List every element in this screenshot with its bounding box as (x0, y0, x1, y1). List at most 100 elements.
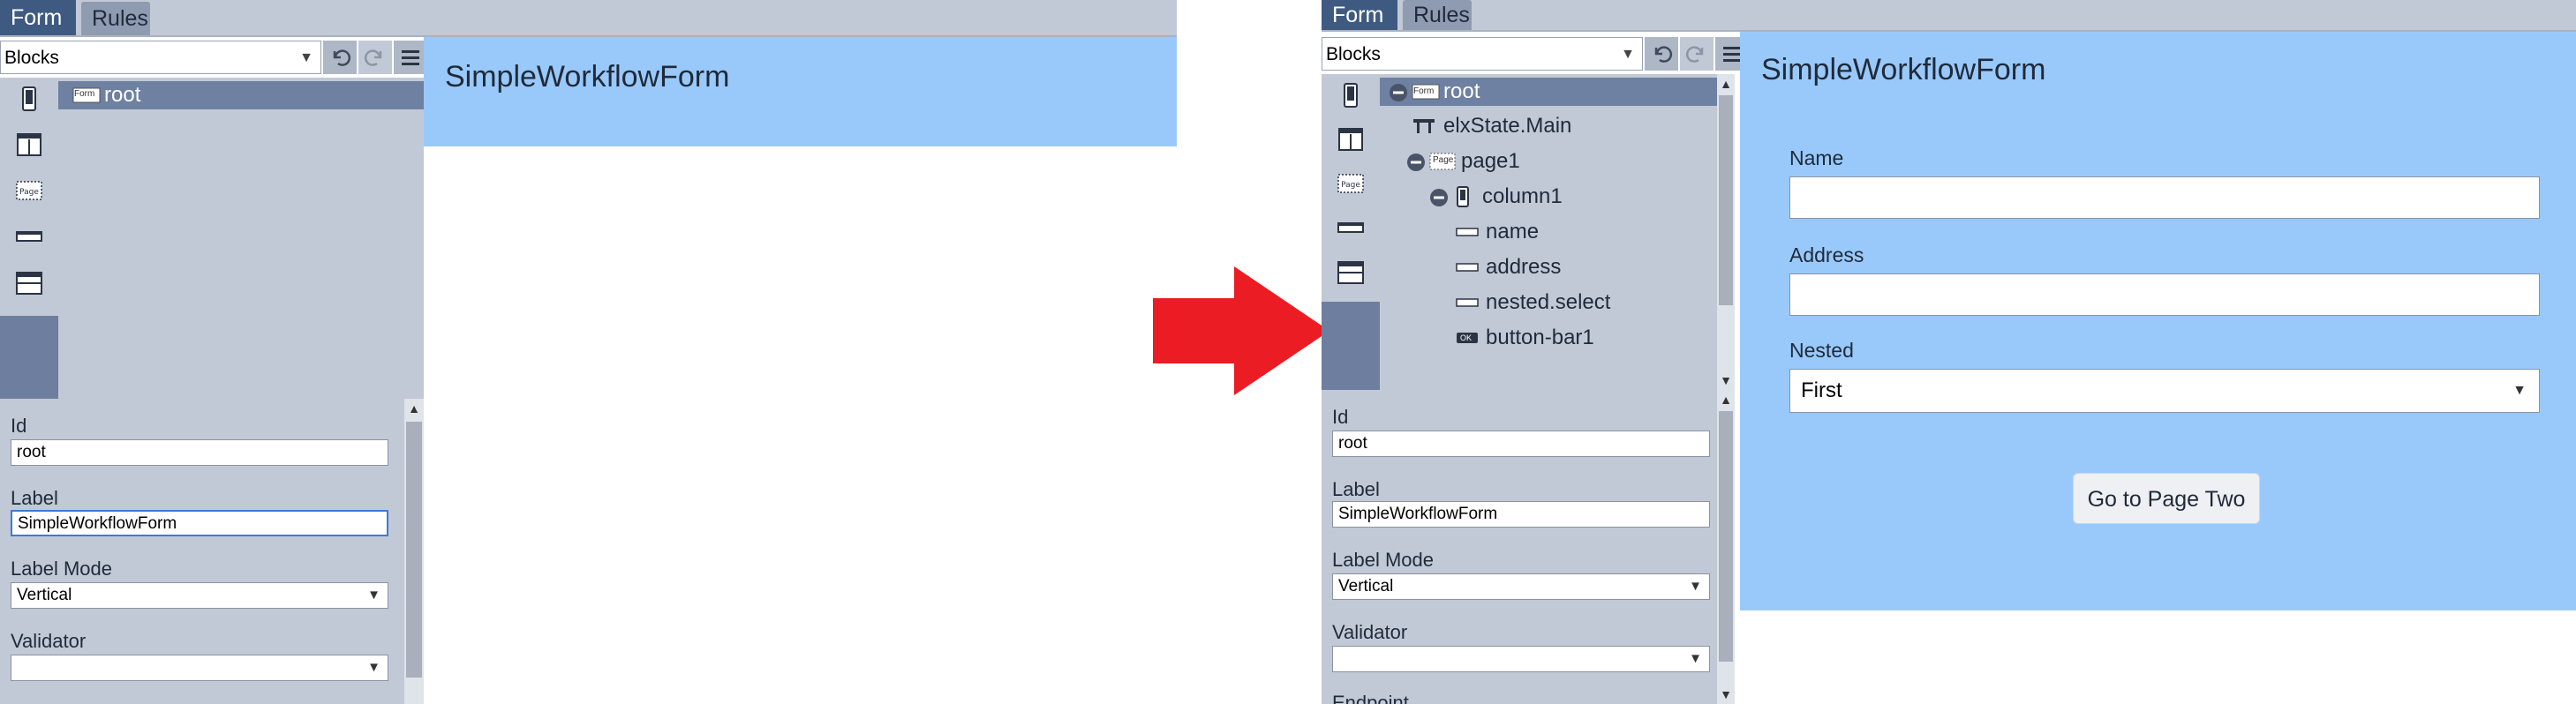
tab-bar: Form Rules (1322, 0, 2576, 32)
properties-panel: Id root Label SimpleWorkflowForm Label M… (1322, 390, 1717, 704)
prop-label-mode-select[interactable]: Vertical ▼ (1332, 573, 1710, 600)
chevron-down-icon: ▼ (299, 50, 313, 65)
tree-item-column1[interactable]: column1 (1380, 180, 1717, 213)
form-canvas: SimpleWorkflowForm Name Address Nested F… (1740, 32, 2576, 610)
section-icon[interactable] (12, 268, 46, 298)
tree-item-nested-select[interactable]: nested.select (1380, 286, 1717, 319)
nested-select-value: First (1801, 378, 1842, 402)
redo-icon (364, 49, 382, 66)
nested-label: Nested (1789, 339, 1854, 362)
tree-item-name[interactable]: name (1380, 215, 1717, 249)
collapse-icon[interactable] (1406, 153, 1426, 172)
form-canvas: SimpleWorkflowForm (424, 37, 1177, 146)
tree-item-page1[interactable]: Page page1 (1380, 145, 1717, 178)
blocks-select[interactable]: Blocks ▼ (0, 41, 321, 74)
tab-rules[interactable]: Rules (81, 2, 150, 35)
redo-button[interactable] (1680, 37, 1714, 71)
redo-icon (1685, 46, 1704, 63)
name-input[interactable] (1789, 176, 2540, 219)
tab-rules[interactable]: Rules (1403, 0, 1472, 30)
collapse-icon[interactable] (1389, 83, 1408, 102)
prop-label-mode-label: Label Mode (1332, 549, 1434, 571)
chevron-down-icon[interactable]: ▼ (1717, 371, 1735, 390)
chevron-up-icon[interactable]: ▲ (1717, 390, 1735, 409)
prop-label-label: Label (1332, 478, 1380, 500)
name-label: Name (1789, 146, 1844, 169)
chevron-down-icon: ▼ (367, 588, 380, 603)
redo-button[interactable] (358, 41, 392, 74)
scroll-thumb[interactable] (1719, 95, 1733, 305)
tree-item-label: root (1443, 79, 1480, 103)
menu-button[interactable] (394, 41, 427, 74)
prop-label-mode-label: Label Mode (11, 558, 112, 580)
scroll-thumb[interactable] (406, 422, 422, 678)
prop-validator-select[interactable]: ▼ (11, 655, 388, 681)
page-icon[interactable]: Page (12, 176, 46, 206)
go-to-page-two-button[interactable]: Go to Page Two (2073, 473, 2260, 524)
tree-badge: Form (74, 89, 95, 99)
tree-item-label: root (104, 83, 141, 107)
tree-item-elxstate-main[interactable]: elxState.Main (1380, 109, 1717, 143)
chevron-down-icon[interactable]: ▼ (1717, 685, 1735, 704)
section-icon[interactable] (1334, 258, 1367, 288)
prop-validator-label: Validator (1332, 621, 1408, 643)
address-input[interactable] (1789, 273, 2540, 316)
undo-icon (333, 49, 351, 66)
component-tree: Form root (58, 78, 424, 399)
chevron-up-icon[interactable]: ▲ (404, 399, 424, 418)
prop-id-input[interactable]: root (1332, 431, 1710, 457)
address-label: Address (1789, 243, 1864, 266)
tree-item-address[interactable]: address (1380, 251, 1717, 284)
tree-item-label: button-bar1 (1486, 326, 1594, 349)
field-icon[interactable] (12, 222, 46, 252)
undo-button[interactable] (323, 41, 357, 74)
svg-text:Page: Page (1341, 181, 1360, 190)
tab-bar: Form Rules (0, 0, 1177, 37)
prop-validator-select[interactable]: ▼ (1332, 646, 1710, 672)
column-icon[interactable] (12, 85, 46, 115)
tree-item-label: elxState.Main (1443, 114, 1572, 138)
form-title: SimpleWorkflowForm (445, 60, 730, 94)
prop-label-mode-select[interactable]: Vertical ▼ (11, 582, 388, 609)
block-palette: Page (1322, 74, 1380, 390)
properties-scrollbar[interactable]: ▲ (404, 399, 424, 704)
page-icon[interactable]: Page (1334, 169, 1367, 199)
prop-label-mode-value: Vertical (17, 586, 72, 604)
collapse-icon[interactable] (1429, 188, 1449, 207)
properties-scrollbar[interactable]: ▲ ▼ (1717, 390, 1735, 704)
form-title: SimpleWorkflowForm (1761, 53, 2046, 86)
tree-item-label: nested.select (1486, 290, 1611, 314)
scroll-thumb[interactable] (1719, 411, 1733, 662)
tree-scrollbar[interactable]: ▲ ▼ (1717, 74, 1735, 390)
tab-form[interactable]: Form (0, 0, 76, 35)
prop-label-input[interactable]: SimpleWorkflowForm (11, 510, 388, 536)
column-icon (1457, 186, 1469, 207)
svg-text:Page: Page (19, 188, 39, 197)
field-icon[interactable] (1334, 213, 1367, 243)
prop-id-label: Id (11, 415, 27, 437)
tree-item-button-bar1[interactable]: OK button-bar1 (1380, 321, 1717, 355)
tab-form[interactable]: Form (1322, 0, 1397, 30)
prop-validator-label: Validator (11, 630, 87, 652)
prop-id-input[interactable]: root (11, 439, 388, 466)
blocks-select[interactable]: Blocks ▼ (1322, 37, 1643, 71)
tree-badge: OK (1460, 333, 1473, 342)
state-icon (1413, 119, 1435, 133)
chevron-down-icon: ▼ (367, 660, 380, 675)
transition-arrow-icon (1153, 266, 1329, 395)
chevron-up-icon[interactable]: ▲ (1717, 74, 1735, 94)
tree-item-label: name (1486, 220, 1540, 243)
columns-icon[interactable] (1334, 125, 1367, 155)
tree-item-root[interactable]: Form root (1380, 78, 1717, 106)
prop-label-input[interactable]: SimpleWorkflowForm (1332, 501, 1710, 528)
columns-icon[interactable] (12, 131, 46, 161)
properties-panel: Id root Label SimpleWorkflowForm Label M… (0, 399, 404, 704)
component-tree: Form root elxState.Main Page page1 colum… (1380, 74, 1717, 390)
chevron-down-icon: ▼ (1621, 47, 1635, 62)
select-field-icon (1456, 298, 1479, 307)
undo-button[interactable] (1645, 37, 1678, 71)
nested-select[interactable]: First ▼ (1789, 369, 2540, 413)
column-icon[interactable] (1334, 81, 1367, 111)
prop-label-label: Label (11, 487, 58, 509)
tree-item-root[interactable]: Form root (58, 81, 424, 109)
